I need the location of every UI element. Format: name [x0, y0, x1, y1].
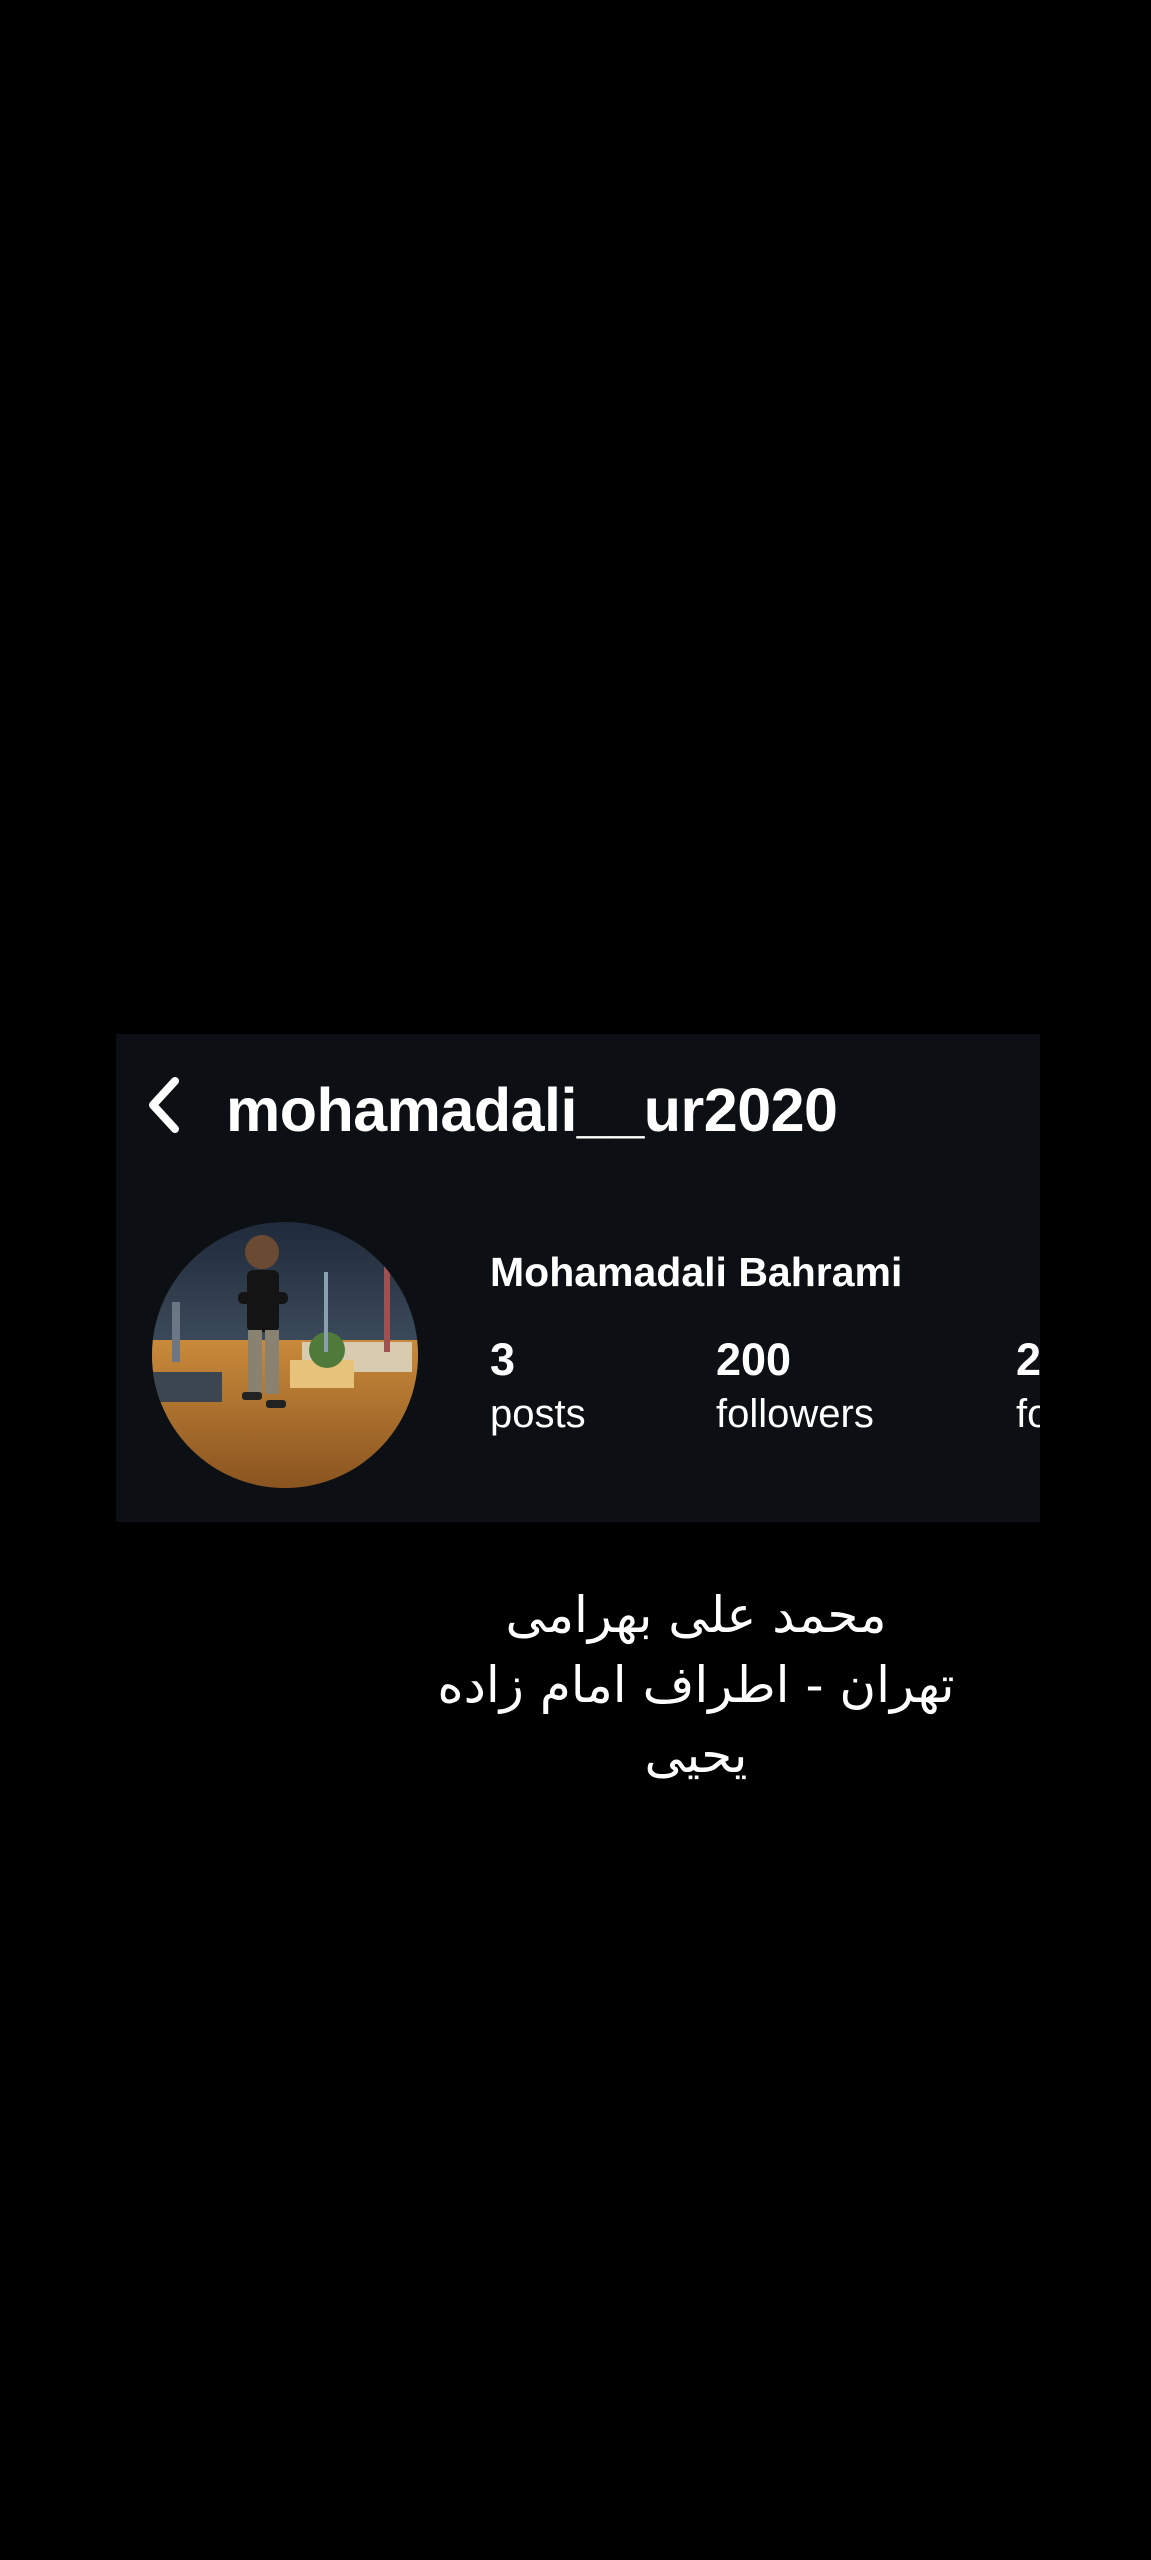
- chevron-left-icon: [149, 1077, 179, 1133]
- back-button[interactable]: [130, 1070, 200, 1140]
- bio-line-location-cont: یحیی: [644, 1726, 748, 1784]
- profile-username: mohamadali__ur2020: [226, 1076, 838, 1144]
- posts-count: 3: [490, 1334, 516, 1385]
- posts-stat[interactable]: 3 posts: [490, 1332, 586, 1440]
- bio-caption: محمد علی بهرامی تهران - اطراف امام زاده …: [396, 1580, 996, 1790]
- profile-full-name: Mohamadali Bahrami: [490, 1249, 903, 1295]
- bio-line-location: تهران - اطراف امام زاده: [437, 1656, 955, 1714]
- followers-stat[interactable]: 200 followers: [716, 1332, 874, 1440]
- bio-line-name: محمد علی بهرامی: [505, 1586, 887, 1644]
- following-label: fo: [1016, 1392, 1040, 1436]
- posts-label: posts: [490, 1392, 586, 1436]
- following-stat[interactable]: 2 fo: [1016, 1332, 1040, 1440]
- following-count: 2: [1016, 1334, 1040, 1385]
- followers-count: 200: [716, 1334, 792, 1385]
- avatar-photo: [152, 1222, 418, 1488]
- profile-card: mohamadali__ur2020 Mohamadali Bahrami 3 …: [116, 1034, 1040, 1522]
- followers-label: followers: [716, 1392, 874, 1436]
- avatar[interactable]: [152, 1222, 418, 1488]
